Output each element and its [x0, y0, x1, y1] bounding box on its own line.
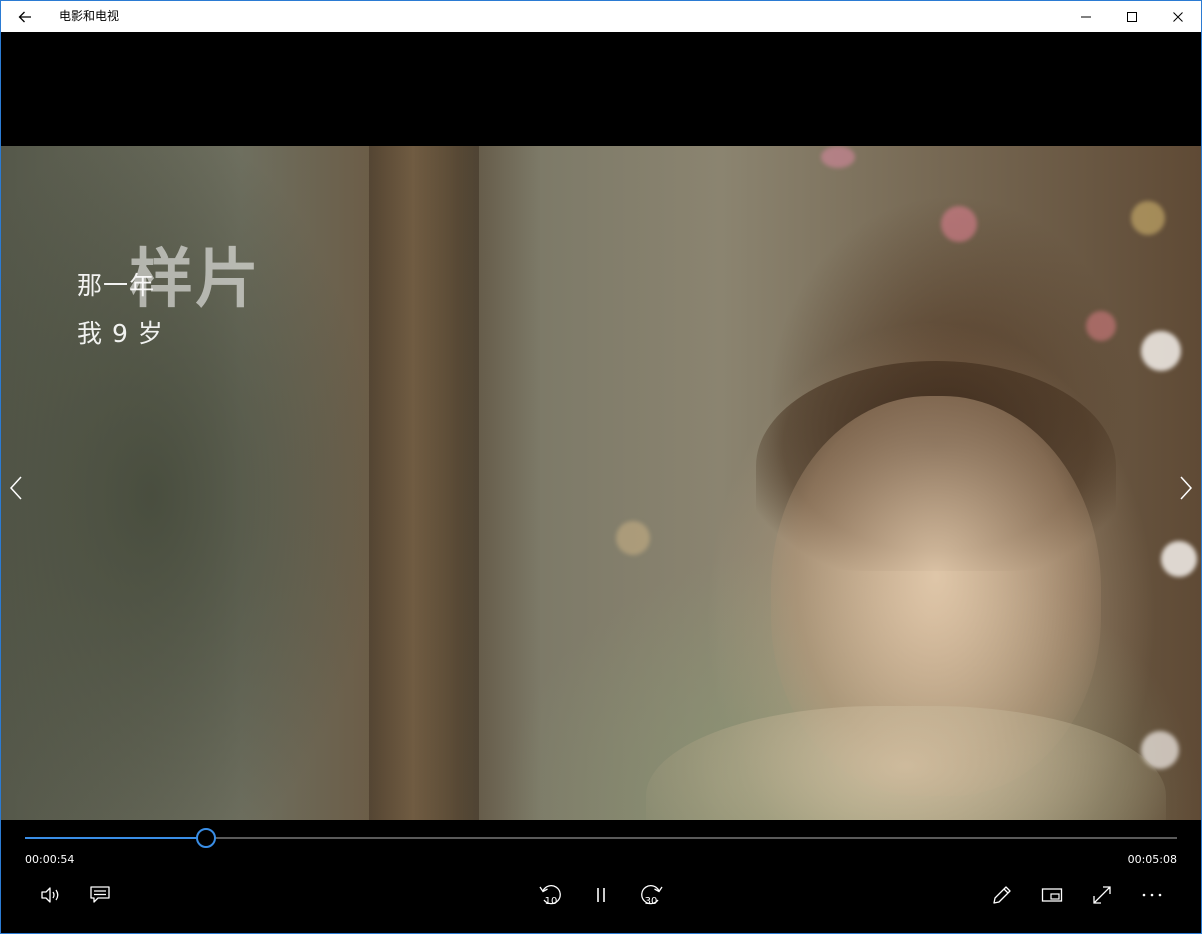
- volume-icon: [41, 887, 59, 903]
- skip-back-seconds: 10: [545, 896, 558, 907]
- total-duration: 00:05:08: [1127, 853, 1177, 866]
- subtitle-line-1: 那一年: [77, 271, 156, 300]
- bokeh-light: [821, 146, 855, 168]
- skip-back-10-icon: 10: [539, 885, 561, 907]
- playback-controls: 00:00:54 00:05:08 10 30: [1, 820, 1201, 933]
- bokeh-light: [941, 206, 977, 242]
- minimize-icon: [1081, 16, 1091, 17]
- skip-forward-seconds: 30: [645, 896, 658, 907]
- mini-view-button[interactable]: [1032, 877, 1072, 913]
- bokeh-light: [1161, 541, 1197, 577]
- skip-forward-button[interactable]: 30: [631, 877, 671, 913]
- chevron-right-icon: [1180, 476, 1193, 500]
- video-frame[interactable]: 样片 那一年 我 9 岁: [1, 146, 1201, 820]
- bokeh-light: [1131, 201, 1165, 235]
- skip-forward-30-icon: 30: [641, 885, 663, 907]
- fullscreen-button[interactable]: [1082, 877, 1122, 913]
- window-title: 电影和电视: [59, 9, 120, 23]
- seek-thumb[interactable]: [195, 828, 216, 848]
- video-background-pillar: [369, 146, 479, 820]
- video-area[interactable]: 样片 那一年 我 9 岁: [1, 32, 1201, 820]
- pencil-icon: [993, 886, 1011, 904]
- bokeh-light: [1141, 331, 1181, 371]
- movies-tv-window: 电影和电视 样片 那一年 我 9 岁 00:00:54 00:05:08 10 …: [0, 0, 1202, 934]
- back-arrow-icon: [18, 11, 31, 22]
- maximize-button[interactable]: [1109, 1, 1155, 32]
- mini-view-icon: [1041, 888, 1063, 902]
- bokeh-light: [616, 521, 650, 555]
- pause-icon: [597, 888, 605, 902]
- video-subject-body: [646, 706, 1166, 820]
- close-icon: [1173, 11, 1183, 22]
- seek-progress: [25, 837, 205, 839]
- edit-button[interactable]: [982, 877, 1022, 913]
- minimize-button[interactable]: [1063, 1, 1109, 32]
- title-bar: 电影和电视: [1, 1, 1201, 32]
- current-time: 00:00:54: [25, 853, 75, 866]
- captions-button[interactable]: [80, 877, 120, 913]
- subtitle-line-2: 我 9 岁: [77, 319, 164, 348]
- next-video-button[interactable]: [1171, 468, 1201, 508]
- pause-button[interactable]: [581, 877, 621, 913]
- captions-icon: [90, 886, 110, 903]
- bokeh-light: [1086, 311, 1116, 341]
- back-button[interactable]: [1, 1, 49, 32]
- skip-back-button[interactable]: 10: [531, 877, 571, 913]
- close-button[interactable]: [1155, 1, 1201, 32]
- more-options-button[interactable]: [1132, 877, 1172, 913]
- maximize-icon: [1127, 11, 1137, 22]
- seek-bar[interactable]: [25, 828, 1177, 848]
- more-icon: [1142, 893, 1162, 897]
- chevron-left-icon: [9, 476, 22, 500]
- fullscreen-icon: [1093, 886, 1111, 904]
- previous-video-button[interactable]: [1, 468, 31, 508]
- volume-button[interactable]: [31, 877, 71, 913]
